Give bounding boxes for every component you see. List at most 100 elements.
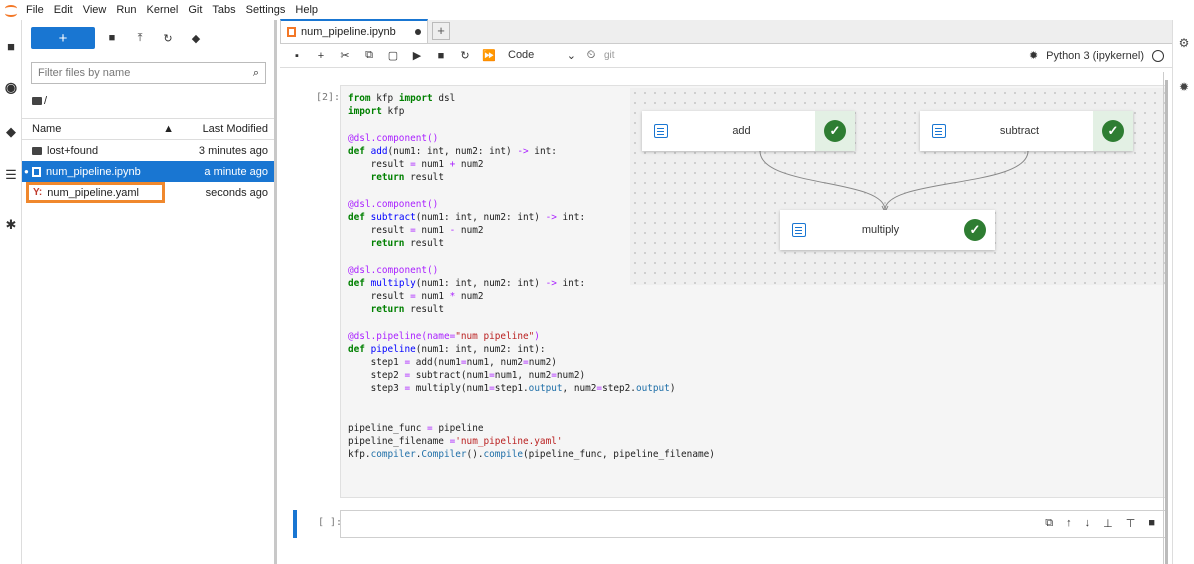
notebook-icon: [32, 166, 41, 177]
folder-icon[interactable]: ■: [4, 40, 18, 54]
tab-bar: num_pipeline.ipynb +: [280, 19, 1172, 44]
move-down-icon[interactable]: ↓: [1085, 517, 1091, 530]
menu-help[interactable]: Help: [295, 4, 318, 16]
paste-icon[interactable]: ▢: [384, 49, 402, 62]
new-launcher-button[interactable]: +: [31, 27, 95, 49]
column-name[interactable]: Name: [32, 123, 61, 135]
node-label: add: [732, 125, 751, 137]
node-status: ✓: [815, 111, 855, 151]
cell-type-value: Code: [508, 49, 535, 61]
file-modified: a minute ago: [204, 165, 268, 178]
cell-toolbar: ⧉ ↑ ↓ ⊥ ⊤ ■: [1045, 517, 1155, 530]
node-label: subtract: [999, 125, 1040, 137]
unsaved-dot-icon[interactable]: [415, 29, 421, 35]
highlight-box: Y: num_pipeline.yaml: [26, 182, 165, 203]
pipeline-node-add[interactable]: add ✓: [642, 111, 855, 151]
file-name: num_pipeline.ipynb: [46, 165, 141, 178]
menu-run[interactable]: Run: [116, 4, 136, 16]
refresh-icon[interactable]: ↻: [157, 32, 179, 45]
run-icon[interactable]: ▶: [408, 49, 426, 62]
kernel-name[interactable]: Python 3 (ipykernel): [1046, 50, 1144, 62]
git-label[interactable]: git: [604, 50, 615, 61]
restart-icon[interactable]: ↻: [456, 49, 474, 62]
cut-icon[interactable]: ✂: [336, 49, 354, 62]
file-row-num-pipeline-ipynb[interactable]: ● num_pipeline.ipynb a minute ago: [22, 161, 274, 182]
pipeline-graph-canvas[interactable]: add ✓ subtract ✓ multiply ✓: [630, 88, 1165, 285]
right-activity-bar: ⚙ ✹: [1172, 20, 1194, 564]
jupyter-logo-icon: [4, 3, 18, 17]
filter-files-input[interactable]: [38, 67, 253, 79]
menu-kernel[interactable]: Kernel: [147, 4, 179, 16]
check-icon: ✓: [824, 120, 846, 142]
menu-git[interactable]: Git: [188, 4, 202, 16]
folder-icon: [32, 146, 42, 155]
file-name: num_pipeline.yaml: [47, 186, 139, 199]
menu-file[interactable]: File: [26, 4, 44, 16]
git-icon[interactable]: ◆: [4, 125, 18, 139]
delete-cell-icon[interactable]: ■: [1148, 517, 1155, 530]
task-list-icon: [792, 223, 806, 237]
tab-num-pipeline[interactable]: num_pipeline.ipynb: [280, 19, 428, 43]
pipeline-node-multiply[interactable]: multiply ✓: [780, 210, 995, 250]
column-last-modified[interactable]: Last Modified: [190, 123, 268, 135]
run-all-icon[interactable]: ⏩: [480, 49, 498, 62]
menu-tabs[interactable]: Tabs: [212, 4, 235, 16]
insert-above-icon[interactable]: ⊥: [1103, 517, 1113, 530]
git-clone-icon[interactable]: ◆: [185, 32, 207, 45]
task-list-icon: [932, 124, 946, 138]
notebook-panel: num_pipeline.ipynb + ▪ + ✂ ⧉ ▢ ▶ ■ ↻ ⏩ C…: [280, 19, 1172, 564]
debugger-icon[interactable]: ✹: [1177, 80, 1191, 94]
file-name: lost+found: [47, 144, 99, 157]
notebook-toolbar: ▪ + ✂ ⧉ ▢ ▶ ■ ↻ ⏩ Code ⌄ ⏲ git ✹ Python …: [280, 44, 1172, 68]
pipeline-node-subtract[interactable]: subtract ✓: [920, 111, 1133, 151]
left-activity-bar: ■ ◉ ◆ ☰ ✱: [0, 20, 22, 564]
file-modified: seconds ago: [205, 186, 268, 199]
menu-view[interactable]: View: [83, 4, 107, 16]
toc-icon[interactable]: ☰: [4, 168, 18, 182]
file-browser: + ■ ⤒ ↻ ◆ ⌕ / Name ▲ Last Modified lost+…: [22, 20, 277, 564]
tab-title: num_pipeline.ipynb: [301, 26, 396, 38]
debugger-icon[interactable]: ✹: [1029, 49, 1038, 62]
chevron-down-icon: ⌄: [566, 50, 576, 62]
check-icon: ✓: [964, 219, 986, 241]
copy-icon[interactable]: ⧉: [360, 49, 378, 62]
search-icon: ⌕: [252, 66, 259, 79]
running-icon[interactable]: ◉: [4, 80, 18, 94]
move-up-icon[interactable]: ↑: [1066, 517, 1072, 530]
insert-cell-icon[interactable]: +: [312, 50, 330, 62]
kernel-status-icon: [1152, 49, 1164, 62]
history-icon[interactable]: ⏲: [582, 49, 600, 62]
new-tab-button[interactable]: +: [432, 22, 450, 40]
duplicate-cell-icon[interactable]: ⧉: [1045, 517, 1053, 530]
stop-icon[interactable]: ■: [432, 50, 450, 62]
menu-settings[interactable]: Settings: [246, 4, 286, 16]
file-row-lost-found[interactable]: lost+found 3 minutes ago: [22, 140, 274, 161]
empty-code-cell[interactable]: ⧉ ↑ ↓ ⊥ ⊤ ■: [340, 510, 1166, 538]
breadcrumb[interactable]: /: [22, 90, 274, 112]
property-inspector-icon[interactable]: ⚙: [1177, 36, 1191, 50]
scrollbar-thumb[interactable]: [1165, 80, 1168, 564]
check-icon: ✓: [1102, 120, 1124, 142]
active-cell-indicator: [293, 510, 297, 538]
yaml-icon: Y:: [33, 187, 43, 198]
cell-prompt: [ ]:: [318, 517, 343, 528]
save-icon[interactable]: ▪: [288, 50, 306, 62]
breadcrumb-root[interactable]: /: [44, 95, 47, 107]
node-status: ✓: [1093, 111, 1133, 151]
menu-edit[interactable]: Edit: [54, 4, 73, 16]
folder-icon: [32, 97, 42, 105]
kernel-indicator[interactable]: ✹ Python 3 (ipykernel): [1029, 49, 1164, 62]
sort-asc-icon[interactable]: ▲: [163, 123, 174, 135]
node-label: multiply: [861, 224, 900, 236]
extension-icon[interactable]: ✱: [4, 218, 18, 232]
cell-type-select[interactable]: Code ⌄: [508, 49, 576, 62]
file-row-num-pipeline-yaml[interactable]: Y: num_pipeline.yaml seconds ago: [22, 182, 274, 203]
task-list-icon: [654, 124, 668, 138]
notebook-icon: [287, 27, 296, 37]
insert-below-icon[interactable]: ⊤: [1126, 517, 1136, 530]
filter-files-field[interactable]: ⌕: [31, 62, 266, 84]
node-status: ✓: [955, 210, 995, 250]
upload-icon[interactable]: ⤒: [129, 32, 151, 45]
file-modified: 3 minutes ago: [198, 144, 268, 157]
new-folder-icon[interactable]: ■: [101, 32, 123, 44]
